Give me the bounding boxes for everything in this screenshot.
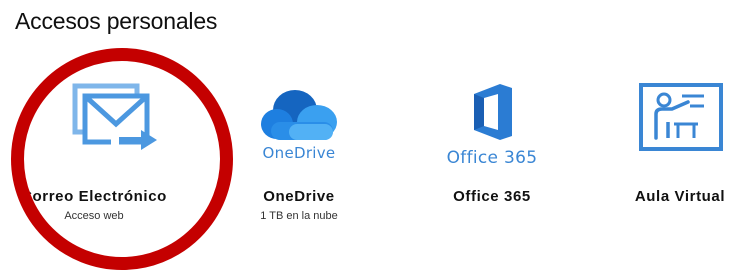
tile-subtitle: 1 TB en la nube [260,210,338,222]
mail-forward-icon [4,72,184,180]
onedrive-cloud-icon [209,72,389,180]
section-title: Accesos personales [15,8,218,34]
tile-correo-electronico[interactable]: Correo Electrónico Acceso web [4,72,184,242]
tile-subtitle: Acceso web [64,210,124,222]
office-365-logo-text: Office 365 [446,148,538,168]
tile-aula-virtual[interactable]: Aula Virtual [590,72,732,242]
tile-title: Office 365 [453,188,531,205]
tile-title: Correo Electrónico [21,188,167,205]
tile-title: OneDrive [263,188,335,205]
tile-title: Aula Virtual [634,188,726,205]
tile-onedrive[interactable]: OneDrive OneDrive 1 TB en la nube [209,72,389,242]
tile-office-365[interactable]: Office 365 Office 365 [402,72,582,242]
teacher-board-icon [590,72,732,180]
onedrive-logo-text: OneDrive [262,144,336,162]
